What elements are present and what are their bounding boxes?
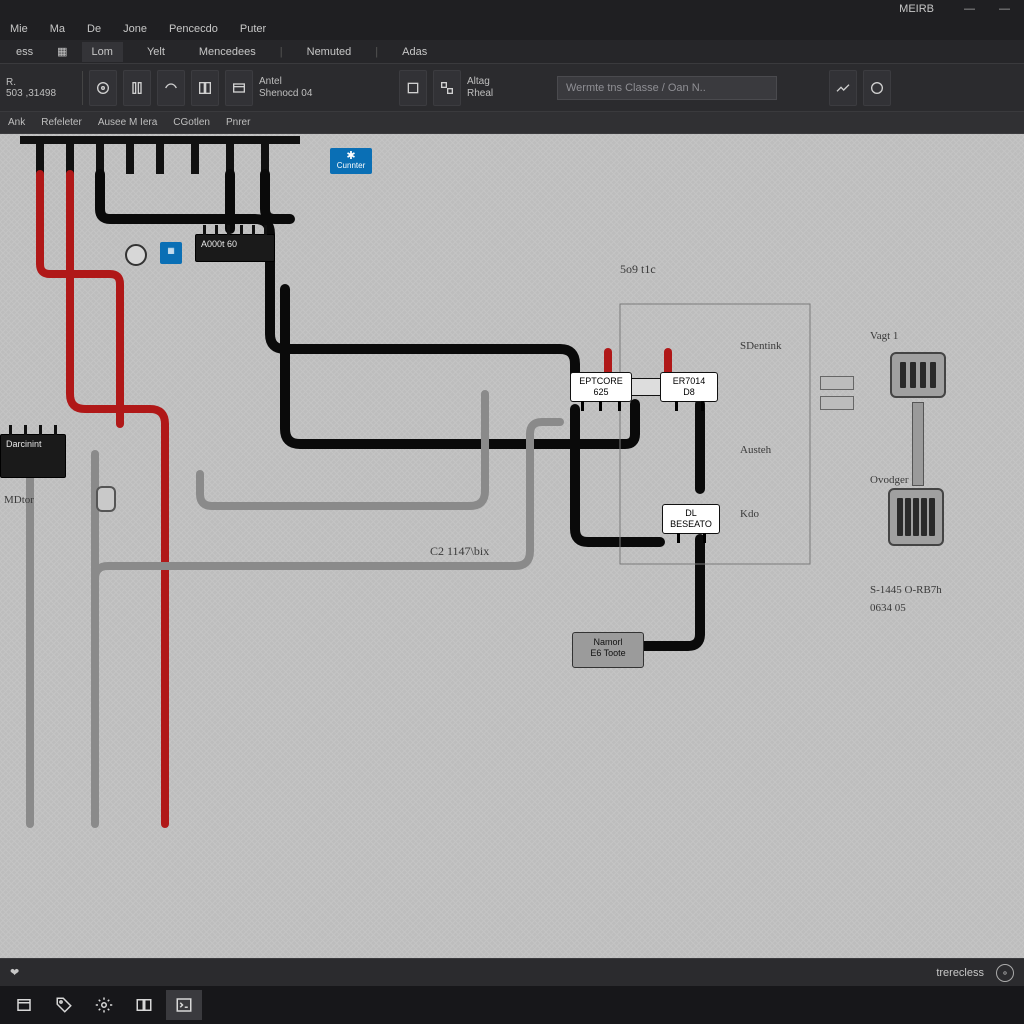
status-text: trerecless — [936, 967, 984, 979]
menubar: Mie Ma De Jone Pencecdo Puter — [0, 18, 1024, 40]
sub-toolbar: Ank Refeleter Ausee M Iera CGotlen Pnrer — [0, 112, 1024, 134]
chip-component[interactable]: Darcinint — [0, 434, 66, 478]
taskbar-tag-icon[interactable] — [46, 990, 82, 1020]
socket-icon[interactable] — [96, 486, 116, 512]
tab[interactable]: Adas — [392, 42, 437, 62]
tab[interactable]: Mencedees — [189, 42, 266, 62]
tab[interactable]: Yelt — [137, 42, 175, 62]
minimize-button[interactable]: — — [964, 3, 975, 15]
tool-label: Altag Rheal — [467, 76, 545, 100]
blue-node-icon[interactable]: ▦ — [160, 242, 182, 264]
canvas-label: Ovodger — [870, 474, 909, 486]
module-label: ER7014 D8 — [673, 376, 706, 397]
taskbar-terminal-icon[interactable] — [166, 990, 202, 1020]
tool-label: Antel Shenocd 04 — [259, 76, 337, 100]
readout-label: R. — [6, 77, 76, 88]
connector-module[interactable]: ER7014 D8 — [660, 372, 718, 402]
maximize-button[interactable]: — — [999, 3, 1010, 15]
tool-button[interactable] — [399, 70, 427, 106]
tab-prefix[interactable]: ess — [6, 42, 43, 62]
toolbar: R. 503 ,31498 Antel Shenocd 04 Altag Rhe… — [0, 64, 1024, 112]
tool-button[interactable] — [433, 70, 461, 106]
menu-item[interactable]: Puter — [240, 23, 266, 35]
tool-button[interactable] — [191, 70, 219, 106]
separator — [82, 71, 83, 105]
coupler — [632, 378, 660, 396]
module-label: DL BESEATO — [670, 508, 712, 529]
component-label: MDtor — [4, 494, 34, 506]
terminal-strip[interactable] — [820, 376, 854, 390]
module-label: Namorl E6 Toote — [590, 637, 625, 658]
menu-item[interactable]: Jone — [123, 23, 147, 35]
chip-label: A000t 60 — [201, 239, 237, 249]
connector-module[interactable]: DL BESEATO — [662, 504, 720, 534]
tab[interactable]: Nemuted — [297, 42, 362, 62]
subtool-item[interactable]: Refeleter — [41, 117, 82, 128]
subtool-item[interactable]: Ausee M Iera — [98, 117, 157, 128]
readout-value: 503 ,31498 — [6, 88, 76, 99]
menu-item[interactable]: Ma — [50, 23, 65, 35]
connector-module[interactable]: EPTCORE 625 — [570, 372, 632, 402]
chip-label: Darcinint — [6, 439, 42, 449]
canvas-label: Vagt 1 — [870, 330, 898, 342]
statusbar: ❤ trerecless — [0, 958, 1024, 986]
taskbar-gear-icon[interactable] — [86, 990, 122, 1020]
plug-connector[interactable] — [890, 352, 946, 398]
tool-button[interactable] — [863, 70, 891, 106]
subtool-item[interactable]: Ank — [8, 117, 25, 128]
tool-button[interactable] — [829, 70, 857, 106]
tool-button[interactable] — [123, 70, 151, 106]
canvas-label: Austeh — [740, 444, 771, 456]
diagram-canvas[interactable]: ✱ Cunnter ▦ A000t 60 Darcinint MDtor EPT… — [0, 134, 1024, 958]
menu-item[interactable]: Pencecdo — [169, 23, 218, 35]
taskbar-window-icon[interactable] — [6, 990, 42, 1020]
separator: | — [280, 46, 283, 58]
cable-segment — [912, 402, 924, 486]
module-box[interactable]: Namorl E6 Toote — [572, 632, 644, 668]
plug-connector[interactable] — [888, 488, 944, 546]
taskbar-panel-icon[interactable] — [126, 990, 162, 1020]
coordinate-readout: R. 503 ,31498 — [6, 77, 76, 99]
wiring-layer — [0, 134, 1024, 958]
window-controls: — — — [964, 3, 1010, 15]
taskbar — [0, 986, 1024, 1024]
search-input[interactable]: Wermte tns Classe / Oan N.. — [557, 76, 777, 100]
settings-gear-icon[interactable] — [996, 964, 1014, 982]
subtool-item[interactable]: CGotlen — [173, 117, 210, 128]
heart-icon[interactable]: ❤ — [10, 966, 19, 979]
module-label: EPTCORE 625 — [579, 376, 623, 397]
canvas-label: 0634 05 — [870, 602, 906, 614]
badge-label: Cunnter — [336, 161, 366, 170]
blue-badge[interactable]: ✱ Cunnter — [330, 148, 372, 174]
sensor-icon[interactable] — [125, 244, 147, 266]
subtool-item[interactable]: Pnrer — [226, 117, 250, 128]
canvas-label: Kdo — [740, 508, 759, 520]
tab-icon[interactable]: ▦ — [57, 45, 67, 58]
menu-item[interactable]: Mie — [10, 23, 28, 35]
tool-button[interactable] — [89, 70, 117, 106]
canvas-label: 5o9 t1c — [620, 262, 656, 277]
terminal-strip[interactable] — [820, 396, 854, 410]
canvas-label: SDentink — [740, 340, 782, 352]
canvas-label: C2 1147\bix — [430, 544, 489, 559]
tool-button[interactable] — [225, 70, 253, 106]
app-title: MEIRB — [899, 3, 934, 15]
tab[interactable]: Lom — [82, 42, 123, 62]
titlebar: MEIRB — — — [0, 0, 1024, 18]
separator: | — [375, 46, 378, 58]
chip-component[interactable]: A000t 60 — [195, 234, 275, 262]
tabbar: ess ▦ Lom Yelt Mencedees | Nemuted | Ada… — [0, 40, 1024, 64]
canvas-label: S-1445 O-RB7h — [870, 584, 942, 596]
menu-item[interactable]: De — [87, 23, 101, 35]
tool-button[interactable] — [157, 70, 185, 106]
